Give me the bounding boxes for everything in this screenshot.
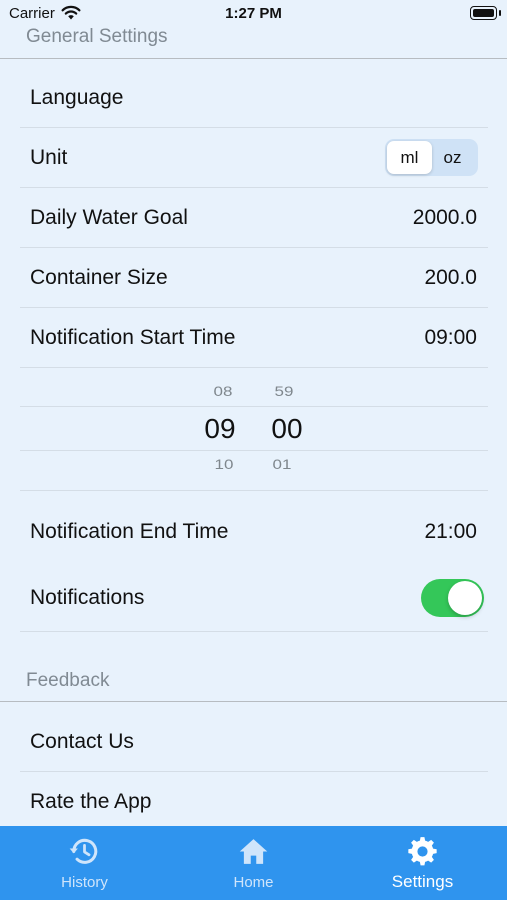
picker-minute-below[interactable]: 01 — [252, 457, 312, 473]
contact-us-label: Contact Us — [30, 730, 134, 753]
battery-cap — [499, 10, 501, 16]
unit-label: Unit — [30, 146, 68, 169]
picker-selection-top-line — [20, 406, 488, 407]
gear-icon — [408, 837, 437, 866]
start-time-row[interactable]: Notification Start Time 09:00 — [0, 308, 507, 368]
language-label: Language — [30, 86, 124, 109]
picker-hour-selected[interactable]: 09 — [190, 413, 250, 445]
section-divider — [0, 701, 507, 702]
end-time-label: Notification End Time — [30, 520, 229, 543]
container-size-row[interactable]: Container Size 200.0 — [0, 248, 507, 308]
rate-app-label: Rate the App — [30, 790, 152, 813]
container-size-value: 200.0 — [424, 266, 477, 289]
container-size-label: Container Size — [30, 266, 168, 289]
tab-settings-label: Settings — [391, 872, 454, 891]
battery-icon — [470, 6, 497, 20]
picker-selection-bottom-line — [20, 450, 488, 451]
section-header-feedback: Feedback — [26, 670, 110, 691]
picker-minute-selected[interactable]: 00 — [257, 413, 317, 445]
daily-goal-value: 2000.0 — [412, 206, 477, 229]
settings-screen: Carrier 1:27 PM General Settings Languag… — [0, 0, 507, 900]
contact-us-row[interactable]: Contact Us — [0, 712, 507, 772]
tab-home-label: Home — [233, 874, 274, 891]
row-separator — [20, 631, 488, 632]
language-row[interactable]: Language — [0, 68, 507, 128]
start-time-picker[interactable]: 08 09 10 59 00 01 — [0, 367, 507, 491]
unit-row: Unit ml oz — [0, 128, 507, 188]
tab-bar: History Home Settings — [0, 826, 507, 900]
start-time-label: Notification Start Time — [30, 326, 236, 349]
end-time-row[interactable]: Notification End Time 21:00 — [0, 502, 507, 562]
daily-goal-row[interactable]: Daily Water Goal 2000.0 — [0, 188, 507, 248]
home-icon — [239, 839, 268, 864]
tab-history-label: History — [61, 874, 108, 891]
notifications-toggle[interactable] — [421, 579, 484, 617]
end-time-value: 21:00 — [424, 520, 477, 543]
status-time: 1:27 PM — [225, 5, 282, 22]
start-time-value: 09:00 — [424, 326, 477, 349]
picker-minute-above[interactable]: 59 — [254, 384, 314, 400]
picker-hour-below[interactable]: 10 — [194, 457, 254, 473]
section-header-general: General Settings — [26, 26, 168, 47]
row-separator — [20, 490, 488, 491]
tab-history[interactable]: History — [0, 826, 169, 900]
notifications-row: Notifications — [0, 567, 507, 629]
status-bar: Carrier 1:27 PM — [0, 0, 507, 28]
unit-option-oz[interactable]: oz — [430, 141, 475, 174]
rate-app-row[interactable]: Rate the App — [0, 772, 507, 832]
section-divider — [0, 58, 507, 59]
tab-home[interactable]: Home — [169, 826, 338, 900]
unit-segmented-control[interactable]: ml oz — [385, 139, 478, 176]
notifications-label: Notifications — [30, 586, 145, 609]
history-icon — [69, 838, 98, 864]
picker-hour-above[interactable]: 08 — [193, 384, 253, 400]
unit-option-ml[interactable]: ml — [387, 141, 432, 174]
tab-settings[interactable]: Settings — [338, 826, 507, 900]
toggle-knob — [448, 581, 482, 615]
daily-goal-label: Daily Water Goal — [30, 206, 188, 229]
